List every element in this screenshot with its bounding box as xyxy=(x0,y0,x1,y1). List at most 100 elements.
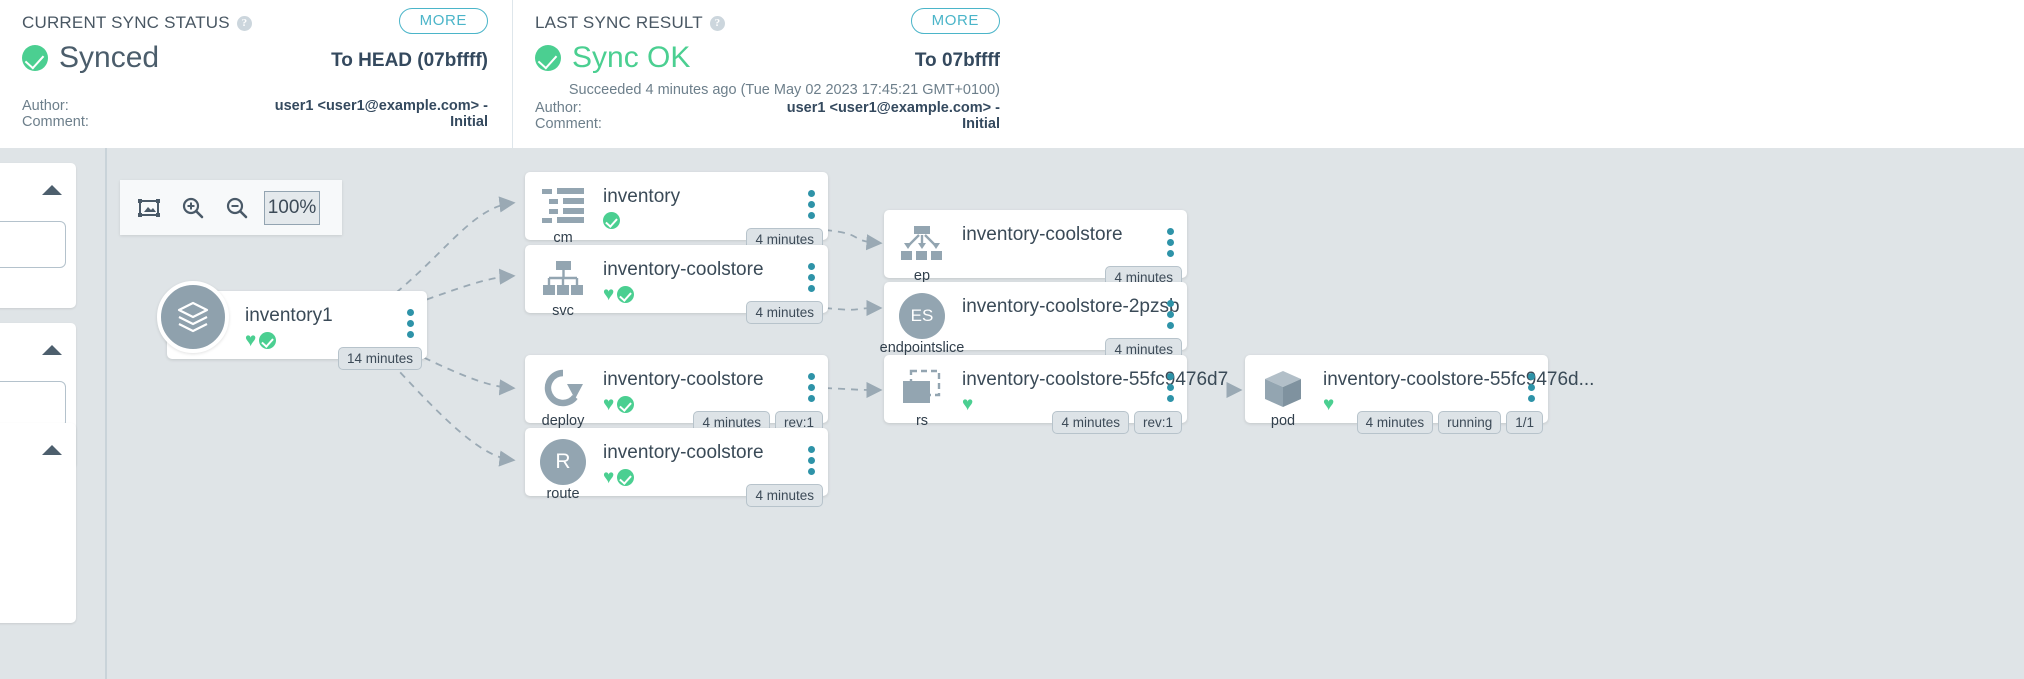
sync-check-icon xyxy=(259,332,277,349)
node-menu-button[interactable] xyxy=(1167,228,1174,257)
node-menu-button[interactable] xyxy=(1167,300,1174,329)
node-status-badges: ♥ xyxy=(245,330,277,351)
help-icon[interactable]: ? xyxy=(709,15,725,31)
meta-key: Author: xyxy=(535,100,582,116)
deployment-icon xyxy=(537,363,589,415)
tree-node-rs[interactable]: rs inventory-coolstore-55fc9476d7 ♥ 4 mi… xyxy=(884,355,1228,434)
node-menu-button[interactable] xyxy=(1528,373,1535,402)
node-tag-row: 4 minutes xyxy=(746,301,823,324)
filter-rail: C xyxy=(0,148,105,679)
phase-tag: running xyxy=(1438,411,1502,434)
help-icon[interactable]: ? xyxy=(236,15,252,31)
tree-node-deploy[interactable]: deploy inventory-coolstore ♥ 4 minutes r… xyxy=(525,355,828,434)
sync-check-icon xyxy=(617,396,635,413)
filter-card[interactable]: C xyxy=(0,423,76,623)
status-badge: Sync OK xyxy=(572,41,691,74)
filter-input[interactable] xyxy=(0,221,66,268)
meta-key: Comment: xyxy=(22,114,89,130)
node-kind-label: deploy xyxy=(541,413,585,429)
health-heart-icon: ♥ xyxy=(1323,394,1335,415)
tree-node-pod[interactable]: pod inventory-coolstore-55fc9476d... ♥ 4… xyxy=(1245,355,1594,434)
caret-up-icon[interactable] xyxy=(42,445,62,455)
node-tag-row: 4 minutes running 1/1 xyxy=(1356,411,1543,434)
tree-node-endpointslice[interactable]: ES endpointslice inventory-coolstore-2pz… xyxy=(880,282,1187,361)
node-name: inventory1 xyxy=(245,305,333,326)
service-icon xyxy=(537,253,589,305)
health-heart-icon: ♥ xyxy=(603,467,615,488)
health-heart-icon: ♥ xyxy=(603,394,615,415)
node-kind-label: cm xyxy=(553,230,573,246)
sync-status-header: CURRENT SYNC STATUS ? MORE Synced To HEA… xyxy=(0,0,2024,148)
node-menu-button[interactable] xyxy=(808,190,815,219)
pod-cube-icon xyxy=(1257,363,1309,415)
meta-row: Author: user1 <user1@example.com> - xyxy=(22,98,488,114)
status-badge: Synced xyxy=(59,41,160,74)
sync-check-icon xyxy=(617,469,635,486)
sync-check-icon xyxy=(603,212,620,229)
revision-tag: rev:1 xyxy=(1133,411,1182,434)
node-name: inventory-coolstore-55fc9476d... xyxy=(1323,369,1595,390)
caret-up-icon[interactable] xyxy=(42,185,62,195)
meta-key: Comment: xyxy=(535,116,602,132)
route-icon: R xyxy=(537,436,589,488)
meta-value: Initial xyxy=(962,116,1000,132)
node-menu-button[interactable] xyxy=(808,263,815,292)
node-name: inventory-coolstore xyxy=(603,442,764,463)
health-heart-icon: ♥ xyxy=(962,394,974,415)
node-name: inventory-coolstore-55fc9476d7 xyxy=(962,369,1229,390)
target-revision: To 07bffff xyxy=(914,50,1000,71)
age-tag: 4 minutes xyxy=(746,301,823,324)
tree-node-cm[interactable]: cm inventory 4 minutes xyxy=(525,172,828,251)
node-status-badges: ♥ xyxy=(1323,395,1334,414)
filter-input[interactable] xyxy=(0,381,66,428)
meta-row: Comment: Initial xyxy=(535,116,1000,132)
meta-row: Comment: Initial xyxy=(22,114,488,130)
node-name: inventory xyxy=(603,186,681,207)
meta-row: Author: user1 <user1@example.com> - xyxy=(535,100,1000,116)
node-status-badges: ♥ xyxy=(603,394,635,415)
synced-check-icon xyxy=(22,45,48,71)
age-tag: 14 minutes xyxy=(337,347,422,370)
tree-node-route[interactable]: R route inventory-coolstore ♥ 4 minutes xyxy=(525,428,828,507)
node-status-badges: ♥ xyxy=(962,395,973,414)
meta-value: Initial xyxy=(450,114,488,130)
age-tag: 4 minutes xyxy=(1052,411,1129,434)
sync-succeeded-timestamp: Succeeded 4 minutes ago (Tue May 02 2023… xyxy=(568,82,1000,98)
configmap-icon xyxy=(537,180,589,232)
node-menu-button[interactable] xyxy=(407,309,414,338)
node-menu-button[interactable] xyxy=(808,446,815,475)
last-sync-result-panel: LAST SYNC RESULT ? MORE Sync OK To 07bff… xyxy=(512,0,1024,148)
node-menu-button[interactable] xyxy=(808,373,815,402)
application-layers-icon xyxy=(157,281,229,353)
panel-title: CURRENT SYNC STATUS xyxy=(22,13,230,32)
tree-node-svc[interactable]: svc inventory-coolstore ♥ 4 minutes xyxy=(525,245,828,324)
node-status-badges: ♥ xyxy=(603,284,635,305)
ready-tag: 1/1 xyxy=(1506,411,1543,434)
health-heart-icon: ♥ xyxy=(245,330,257,351)
node-menu-button[interactable] xyxy=(1167,373,1174,402)
resource-tree-canvas[interactable]: 100% inventory1 ♥ 14 minutes cm inventor… xyxy=(107,148,2024,679)
commit-meta: Author: user1 <user1@example.com> - Comm… xyxy=(535,100,1000,132)
node-tag-row: 4 minutes rev:1 xyxy=(1052,411,1182,434)
node-name: inventory-coolstore-2pzsb xyxy=(962,296,1180,317)
tree-node-ep[interactable]: ep inventory-coolstore 4 minutes xyxy=(884,210,1187,289)
endpoints-icon xyxy=(896,218,948,270)
node-name: inventory-coolstore xyxy=(603,369,764,390)
replicaset-icon xyxy=(896,363,948,415)
age-tag: 4 minutes xyxy=(746,484,823,507)
age-tag: 4 minutes xyxy=(1356,411,1434,434)
tree-node-application[interactable]: inventory1 ♥ 14 minutes xyxy=(157,281,427,370)
panel-title: LAST SYNC RESULT xyxy=(535,13,703,32)
sync-check-icon xyxy=(617,286,635,303)
node-status-badges: ♥ xyxy=(603,467,635,488)
meta-value: user1 <user1@example.com> - xyxy=(786,100,1000,116)
health-heart-icon: ♥ xyxy=(603,284,615,305)
caret-up-icon[interactable] xyxy=(42,345,62,355)
node-tag-row: 4 minutes xyxy=(746,484,823,507)
node-name: inventory-coolstore xyxy=(603,259,764,280)
filter-card[interactable] xyxy=(0,163,76,308)
meta-value: user1 <user1@example.com> - xyxy=(274,98,488,114)
route-letter-icon: R xyxy=(540,439,586,485)
more-button[interactable]: MORE xyxy=(398,8,488,34)
more-button[interactable]: MORE xyxy=(910,8,1000,34)
